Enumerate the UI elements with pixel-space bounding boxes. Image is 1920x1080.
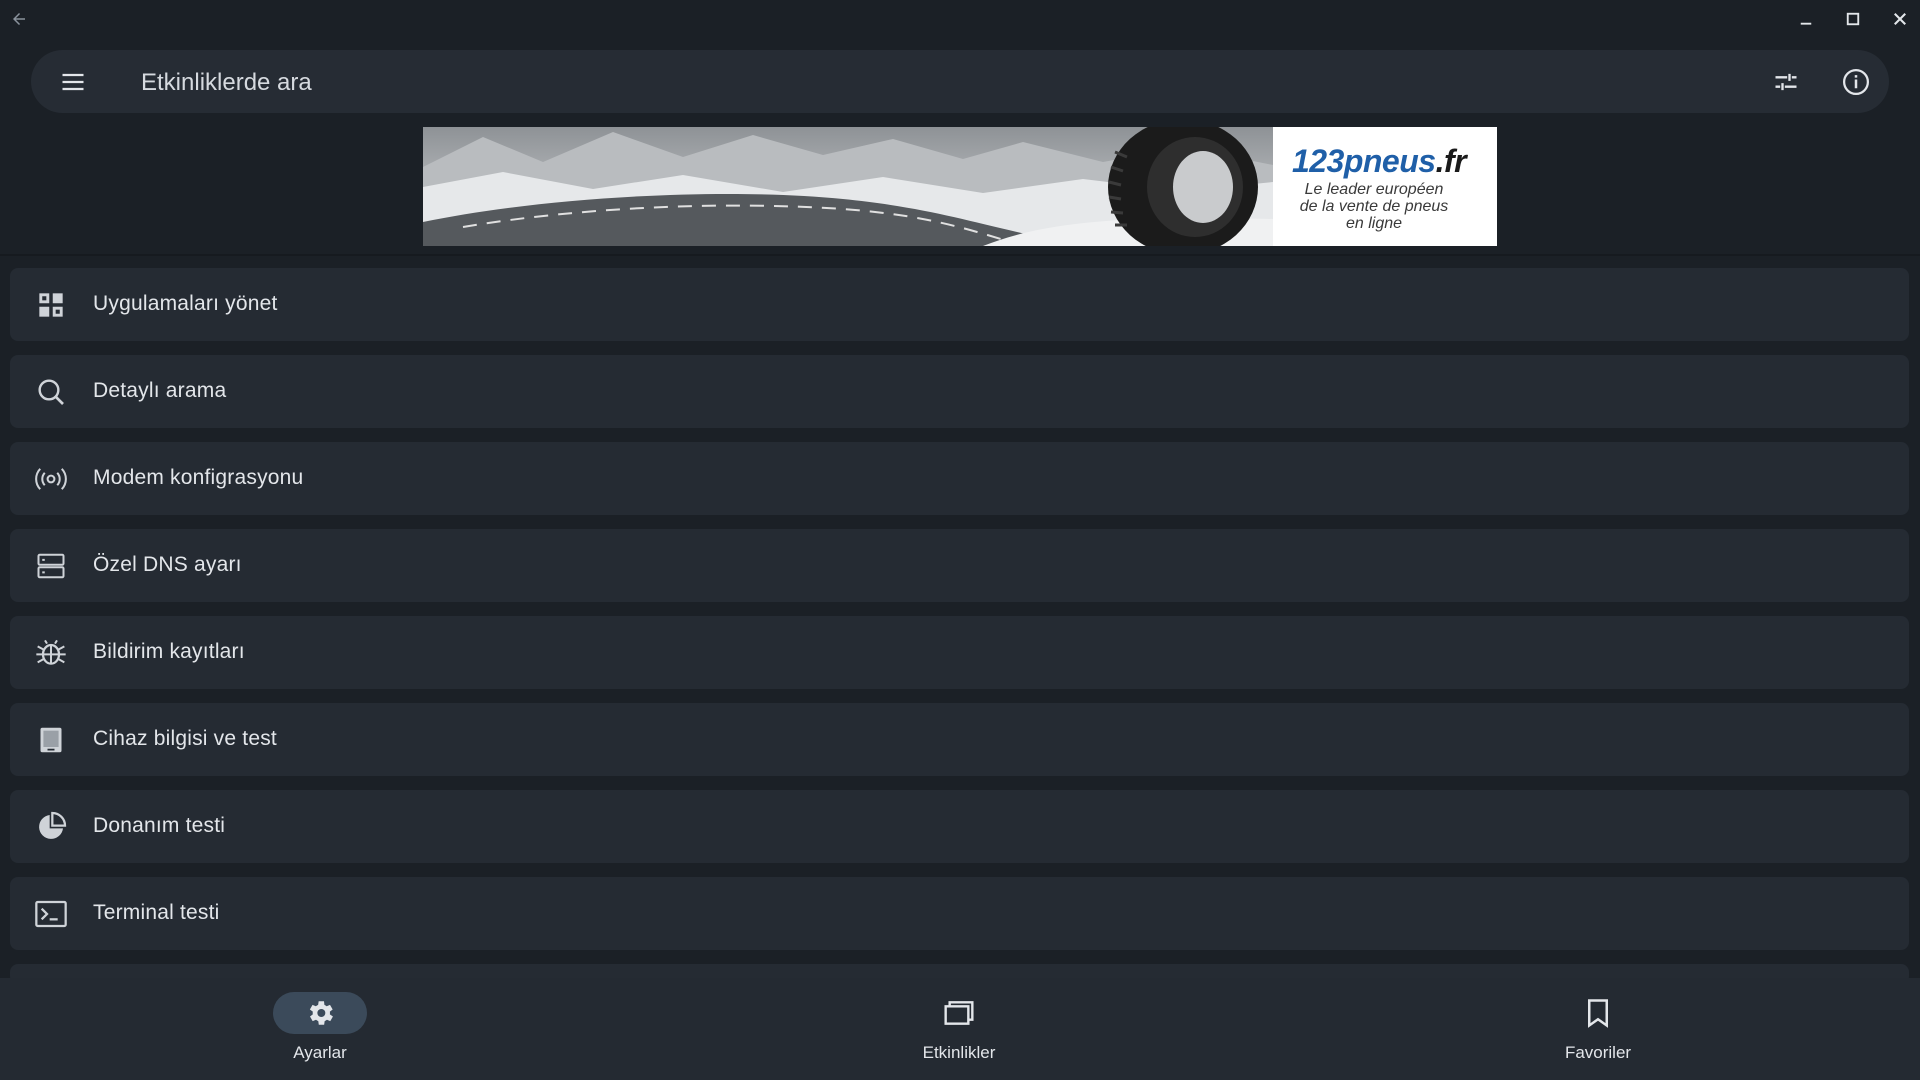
maximize-button[interactable] xyxy=(1838,4,1868,34)
bookmark-icon xyxy=(1588,999,1608,1028)
minimize-icon xyxy=(1800,22,1812,25)
nav-favorites[interactable]: Favoriler xyxy=(1498,992,1698,1072)
list-item-label: Özel DNS ayarı xyxy=(93,553,242,576)
list-item-notification-logs[interactable]: Bildirim kayıtları xyxy=(10,616,1909,689)
filter-button[interactable] xyxy=(1764,60,1808,104)
menu-button[interactable] xyxy=(51,60,95,104)
nav-label: Ayarlar xyxy=(293,1043,347,1062)
list-item-private-dns[interactable]: Özel DNS ayarı xyxy=(10,529,1909,602)
tune-icon xyxy=(1775,73,1797,91)
windows-icon xyxy=(944,1001,974,1025)
nav-settings[interactable]: Ayarlar xyxy=(220,992,420,1072)
ad-banner[interactable]: 123pneus.fr Le leader européen de la ven… xyxy=(423,127,1497,246)
list-item-label: Terminal testi xyxy=(93,901,220,924)
nav-favorites-pill[interactable] xyxy=(1551,992,1645,1034)
list-item-label: Donanım testi xyxy=(93,814,226,837)
dns-server-icon xyxy=(34,549,68,583)
list-item-terminal-test[interactable]: Terminal testi xyxy=(10,877,1909,950)
ad-tagline: Le leader européen de la vente de pneus … xyxy=(1279,181,1469,232)
hamburger-menu-icon xyxy=(62,73,84,91)
list-item-detailed-search[interactable]: Detaylı arama xyxy=(10,355,1909,428)
nav-label: Favoriler xyxy=(1564,1043,1632,1062)
list-item-device-info[interactable]: Cihaz bilgisi ve test xyxy=(10,703,1909,776)
ad-tagline-line: de la vente de pneus xyxy=(1299,198,1449,215)
info-button[interactable] xyxy=(1834,60,1878,104)
ad-road-image xyxy=(423,127,1273,246)
list-item-manage-apps[interactable]: Uygulamaları yönet xyxy=(10,268,1909,341)
device-icon xyxy=(34,723,68,757)
list-item-hardware-test[interactable]: Donanım testi xyxy=(10,790,1909,863)
nav-activities[interactable]: Etkinlikler xyxy=(859,992,1059,1072)
search-bar xyxy=(31,50,1889,113)
ad-brand-suffix: .fr xyxy=(1435,143,1467,179)
ad-tagline-line: en ligne xyxy=(1345,215,1403,232)
search-icon xyxy=(34,375,68,409)
search-input[interactable] xyxy=(139,64,1743,102)
close-icon xyxy=(1894,13,1906,25)
hotspot-icon xyxy=(34,462,68,496)
minimize-button[interactable] xyxy=(1791,4,1821,34)
nav-label: Etkinlikler xyxy=(922,1043,996,1062)
gear-icon xyxy=(309,1001,333,1025)
nav-settings-pill[interactable] xyxy=(273,992,367,1034)
divider xyxy=(0,254,1920,256)
list-item-label: Cihaz bilgisi ve test xyxy=(93,727,277,750)
list-item-label: Modem konfigrasyonu xyxy=(93,466,304,489)
list-item-modem-config[interactable]: Modem konfigrasyonu xyxy=(10,442,1909,515)
list-item-label: Bildirim kayıtları xyxy=(93,640,245,663)
ad-brand: 123pneus.fr xyxy=(1271,143,1487,180)
bug-icon xyxy=(34,636,68,670)
back-arrow-icon xyxy=(13,13,25,25)
list-item-label: Uygulamaları yönet xyxy=(93,292,278,315)
ad-brand-main: 123pneus xyxy=(1291,143,1436,179)
ad-tagline-line: Le leader européen xyxy=(1304,181,1444,198)
pie-chart-icon xyxy=(34,810,68,844)
title-bar xyxy=(0,0,1920,38)
maximize-icon xyxy=(1846,12,1860,26)
bottom-navigation: Ayarlar Etkinlikler Favoriler xyxy=(0,978,1920,1080)
list-item-label: Detaylı arama xyxy=(93,379,227,402)
close-button[interactable] xyxy=(1885,4,1915,34)
terminal-icon xyxy=(34,897,68,931)
settings-list: Uygulamaları yönet Detaylı arama Modem k… xyxy=(10,268,1909,998)
apps-grid-icon xyxy=(34,288,68,322)
nav-activities-pill[interactable] xyxy=(912,992,1006,1034)
back-button[interactable] xyxy=(4,4,34,34)
info-icon xyxy=(1843,69,1869,95)
